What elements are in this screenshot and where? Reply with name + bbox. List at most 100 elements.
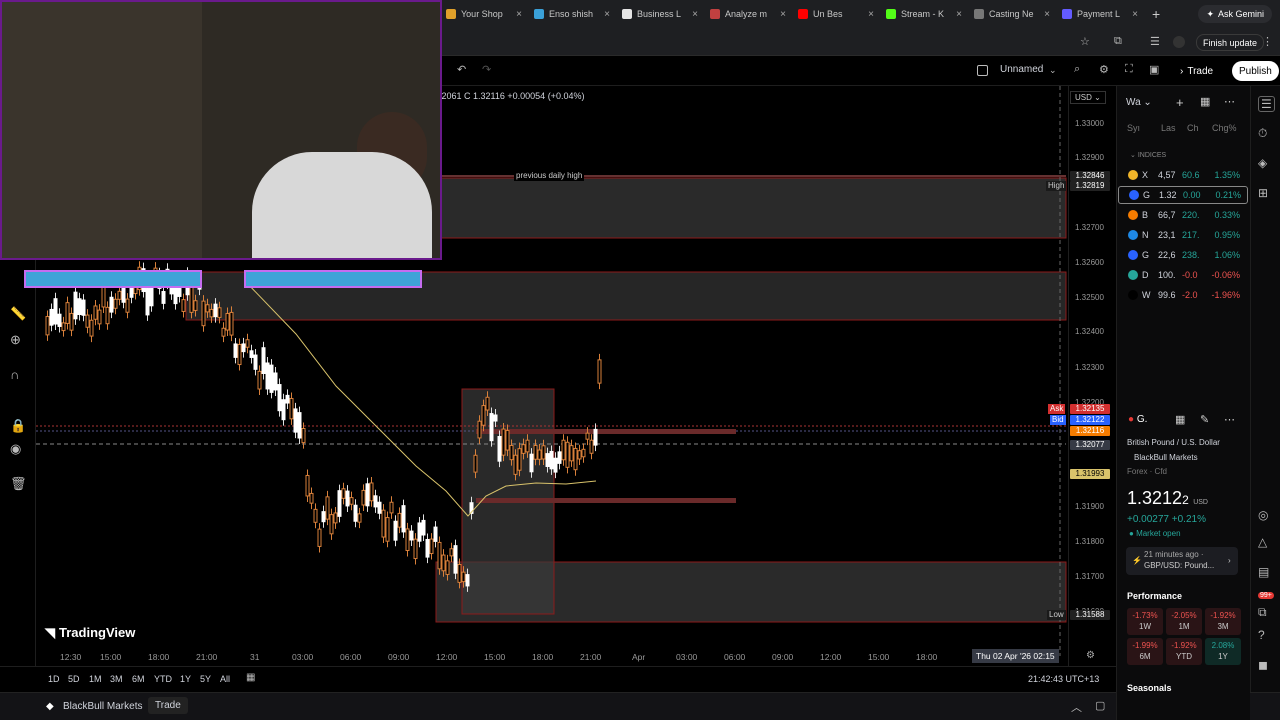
range-3m[interactable]: 3M bbox=[110, 674, 123, 684]
bookmark-star-icon[interactable]: ☆ bbox=[1080, 35, 1090, 48]
settings-icon[interactable]: ⚙ bbox=[1099, 63, 1109, 76]
browser-tab[interactable]: Your Shop × bbox=[440, 0, 528, 28]
screenshot-icon[interactable]: ⧉ bbox=[1114, 35, 1122, 48]
layers-icon[interactable]: ◈ bbox=[1258, 156, 1267, 170]
browser-tab[interactable]: Analyze m × bbox=[704, 0, 792, 28]
eye-icon[interactable]: ◉ bbox=[10, 441, 21, 457]
grid-icon[interactable]: ▦ bbox=[1175, 413, 1185, 426]
camera-icon[interactable]: ▣ bbox=[1149, 63, 1159, 76]
watchlist-column-header[interactable]: Syı bbox=[1127, 123, 1140, 133]
trade-button[interactable]: › Trade bbox=[1172, 61, 1221, 81]
chat-icon[interactable]: ◼ bbox=[1258, 658, 1268, 672]
close-tab-icon[interactable]: × bbox=[1040, 9, 1050, 20]
watchlist-row[interactable]: B 66,7 220. 0.33% bbox=[1118, 206, 1248, 224]
chevron-down-icon[interactable]: ⌄ bbox=[1049, 65, 1057, 76]
performance-cell[interactable]: 2.08% 1Y bbox=[1205, 638, 1241, 665]
watchlist-column-header[interactable]: Chg% bbox=[1212, 123, 1237, 133]
fullscreen-icon[interactable]: ⛶ bbox=[1125, 63, 1133, 76]
watchlist-row[interactable]: D 100. -0.0 -0.06% bbox=[1118, 266, 1248, 284]
news-card[interactable]: ⚡ 21 minutes ago · GBP/USD: Pound... › bbox=[1126, 547, 1238, 575]
browser-tab[interactable]: Un Bes × bbox=[792, 0, 880, 28]
triangle-icon[interactable]: △ bbox=[1258, 535, 1267, 549]
layout-checkbox[interactable] bbox=[977, 65, 988, 76]
range-6m[interactable]: 6M bbox=[132, 674, 145, 684]
close-tab-icon[interactable]: × bbox=[600, 9, 610, 20]
performance-cell[interactable]: -1.73% 1W bbox=[1127, 608, 1163, 635]
tab-search-icon[interactable]: ☰ bbox=[1150, 35, 1160, 48]
details-symbol[interactable]: ● G. bbox=[1128, 414, 1147, 425]
zoom-in-icon[interactable]: ⊕ bbox=[10, 332, 21, 348]
ask-gemini-button[interactable]: ✦ Ask Gemini bbox=[1198, 5, 1272, 23]
watchlist-title[interactable]: Wa ⌄ bbox=[1126, 97, 1152, 108]
performance-cell[interactable]: -1.92% 3M bbox=[1205, 608, 1241, 635]
range-1d[interactable]: 1D bbox=[48, 674, 60, 684]
watchlist-row[interactable]: G 1.32 0.00 0.21% bbox=[1118, 186, 1248, 204]
browser-tab[interactable]: Business L × bbox=[616, 0, 704, 28]
maximize-icon[interactable]: ▢ bbox=[1095, 699, 1105, 712]
supply-zone bbox=[435, 177, 1067, 239]
lock-icon[interactable]: 🔒 bbox=[10, 418, 26, 434]
redo-icon[interactable]: ↷ bbox=[482, 63, 491, 76]
browser-menu-icon[interactable]: ⋮ bbox=[1262, 35, 1273, 48]
notifications-badge[interactable]: 99+ bbox=[1258, 592, 1274, 599]
browser-tab[interactable]: Casting Ne × bbox=[968, 0, 1056, 28]
range-all[interactable]: All bbox=[220, 674, 230, 684]
candle bbox=[357, 513, 362, 523]
more-icon[interactable]: ⋯ bbox=[1224, 95, 1235, 108]
change: 0.00 bbox=[1183, 190, 1201, 200]
currency-selector[interactable]: USD ⌄ bbox=[1070, 91, 1106, 104]
close-tab-icon[interactable]: × bbox=[776, 9, 786, 20]
details-more-icon[interactable]: ⋯ bbox=[1224, 413, 1235, 426]
range-1y[interactable]: 1Y bbox=[180, 674, 191, 684]
add-symbol-icon[interactable]: + bbox=[1176, 95, 1184, 110]
footer-trade-button[interactable]: Trade bbox=[148, 697, 188, 714]
watchlist-row[interactable]: N 23,1 217. 0.95% bbox=[1118, 226, 1248, 244]
close-tab-icon[interactable]: × bbox=[512, 9, 522, 20]
close-tab-icon[interactable]: × bbox=[952, 9, 962, 20]
broker-name[interactable]: BlackBull Markets bbox=[63, 701, 142, 712]
undo-icon[interactable]: ↶ bbox=[457, 63, 466, 76]
profile-avatar[interactable] bbox=[1173, 36, 1185, 48]
copy-icon[interactable]: ⧉ bbox=[1258, 605, 1267, 620]
browser-tab[interactable]: Payment L × bbox=[1056, 0, 1144, 28]
close-tab-icon[interactable]: × bbox=[1128, 9, 1138, 20]
watchlist-row[interactable]: W 99.6 -2.0 -1.96% bbox=[1118, 286, 1248, 304]
search-icon[interactable]: ⌕ bbox=[1074, 63, 1080, 76]
close-tab-icon[interactable]: × bbox=[688, 9, 698, 20]
new-tab-button[interactable]: + bbox=[1152, 6, 1160, 22]
range-5d[interactable]: 5D bbox=[68, 674, 80, 684]
performance-cell[interactable]: -2.05% 1M bbox=[1166, 608, 1202, 635]
section-indices[interactable]: ⌄ INDICES bbox=[1130, 151, 1166, 159]
alerts-icon[interactable]: ⏱ bbox=[1258, 126, 1267, 141]
trash-icon[interactable]: 🗑 bbox=[10, 476, 27, 492]
help-icon[interactable]: ? bbox=[1258, 628, 1265, 642]
collapse-icon[interactable]: ︿ bbox=[1071, 699, 1082, 715]
watchlist-column-header[interactable]: Ch bbox=[1187, 123, 1199, 133]
performance-cell[interactable]: -1.92% YTD bbox=[1166, 638, 1202, 665]
performance-cell[interactable]: -1.99% 6M bbox=[1127, 638, 1163, 665]
browser-tab[interactable]: Enso shish × bbox=[528, 0, 616, 28]
watchlist-row[interactable]: X 4,57 60.6 1.35% bbox=[1118, 166, 1248, 184]
finish-update-button[interactable]: Finish update bbox=[1196, 34, 1265, 51]
watchlist-row[interactable]: G 22,6 238. 1.06% bbox=[1118, 246, 1248, 264]
magnet-icon[interactable]: ∩ bbox=[10, 367, 19, 382]
layout-icon[interactable]: ▦ bbox=[1200, 95, 1210, 108]
publish-button[interactable]: Publish bbox=[1232, 61, 1279, 81]
close-tab-icon[interactable]: × bbox=[864, 9, 874, 20]
chart-clock[interactable]: 21:42:43 UTC+13 bbox=[1028, 674, 1099, 684]
watchlist-column-header[interactable]: Las bbox=[1161, 123, 1176, 133]
data-window-icon[interactable]: ⊞ bbox=[1258, 186, 1268, 200]
range-1m[interactable]: 1M bbox=[89, 674, 102, 684]
ruler-icon[interactable]: 📏 bbox=[10, 306, 26, 322]
browser-tab[interactable]: Stream - K × bbox=[880, 0, 968, 28]
edit-icon[interactable]: ✎ bbox=[1200, 413, 1209, 426]
settings-gear-icon[interactable]: ⚙ bbox=[1086, 650, 1095, 661]
range-ytd[interactable]: YTD bbox=[154, 674, 172, 684]
instrument-name[interactable]: British Pound / U.S. Dollar bbox=[1127, 438, 1220, 447]
date-range-icon[interactable]: ▦ bbox=[246, 672, 255, 683]
layout-name[interactable]: Unnamed bbox=[1000, 64, 1043, 75]
range-5y[interactable]: 5Y bbox=[200, 674, 211, 684]
calendar-icon[interactable]: ▤ bbox=[1258, 565, 1269, 579]
watchlist-icon[interactable]: ☰ bbox=[1258, 96, 1275, 112]
target-icon[interactable]: ◎ bbox=[1258, 508, 1268, 522]
